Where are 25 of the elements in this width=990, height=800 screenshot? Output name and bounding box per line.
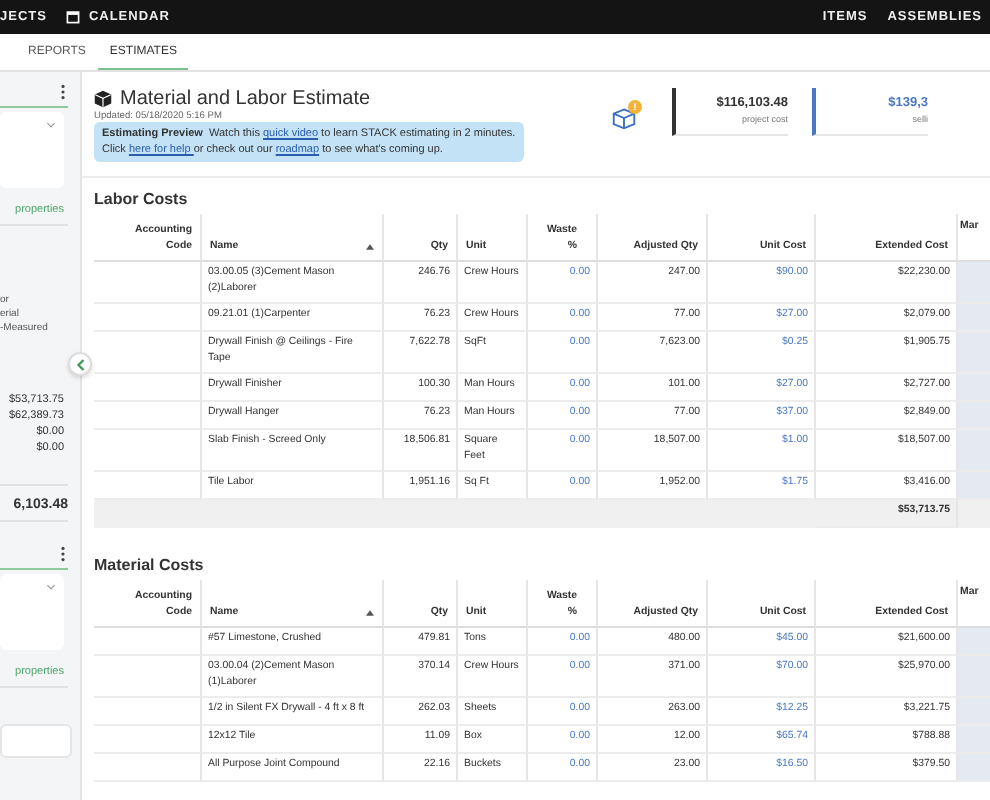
estimate-title: Material and Labor Estimate xyxy=(120,88,371,110)
sort-ascending-icon xyxy=(366,610,374,616)
cube-icon xyxy=(94,90,112,108)
calendar-icon xyxy=(66,10,81,24)
table-cell xyxy=(94,628,202,656)
table-cell xyxy=(94,726,202,754)
chevron-down-icon xyxy=(46,122,56,128)
table-cell xyxy=(94,374,202,402)
box-icon[interactable] xyxy=(612,106,636,130)
table-cell xyxy=(94,656,202,698)
table-cell xyxy=(94,430,202,472)
section-title: Labor Costs xyxy=(94,190,190,208)
table-cell xyxy=(94,754,202,782)
sort-ascending-icon xyxy=(366,244,374,250)
table-cell xyxy=(94,262,202,304)
table-cell xyxy=(94,304,202,332)
table-cell xyxy=(94,402,202,430)
table-cell xyxy=(94,332,202,374)
chevron-left-icon xyxy=(75,357,85,371)
table-cell xyxy=(94,698,202,726)
more-options-icon[interactable] xyxy=(60,546,66,562)
section-title: Material Costs xyxy=(94,556,206,574)
collapse-button[interactable] xyxy=(68,352,92,376)
more-options-icon[interactable] xyxy=(60,84,66,100)
chevron-down-icon xyxy=(46,584,56,590)
